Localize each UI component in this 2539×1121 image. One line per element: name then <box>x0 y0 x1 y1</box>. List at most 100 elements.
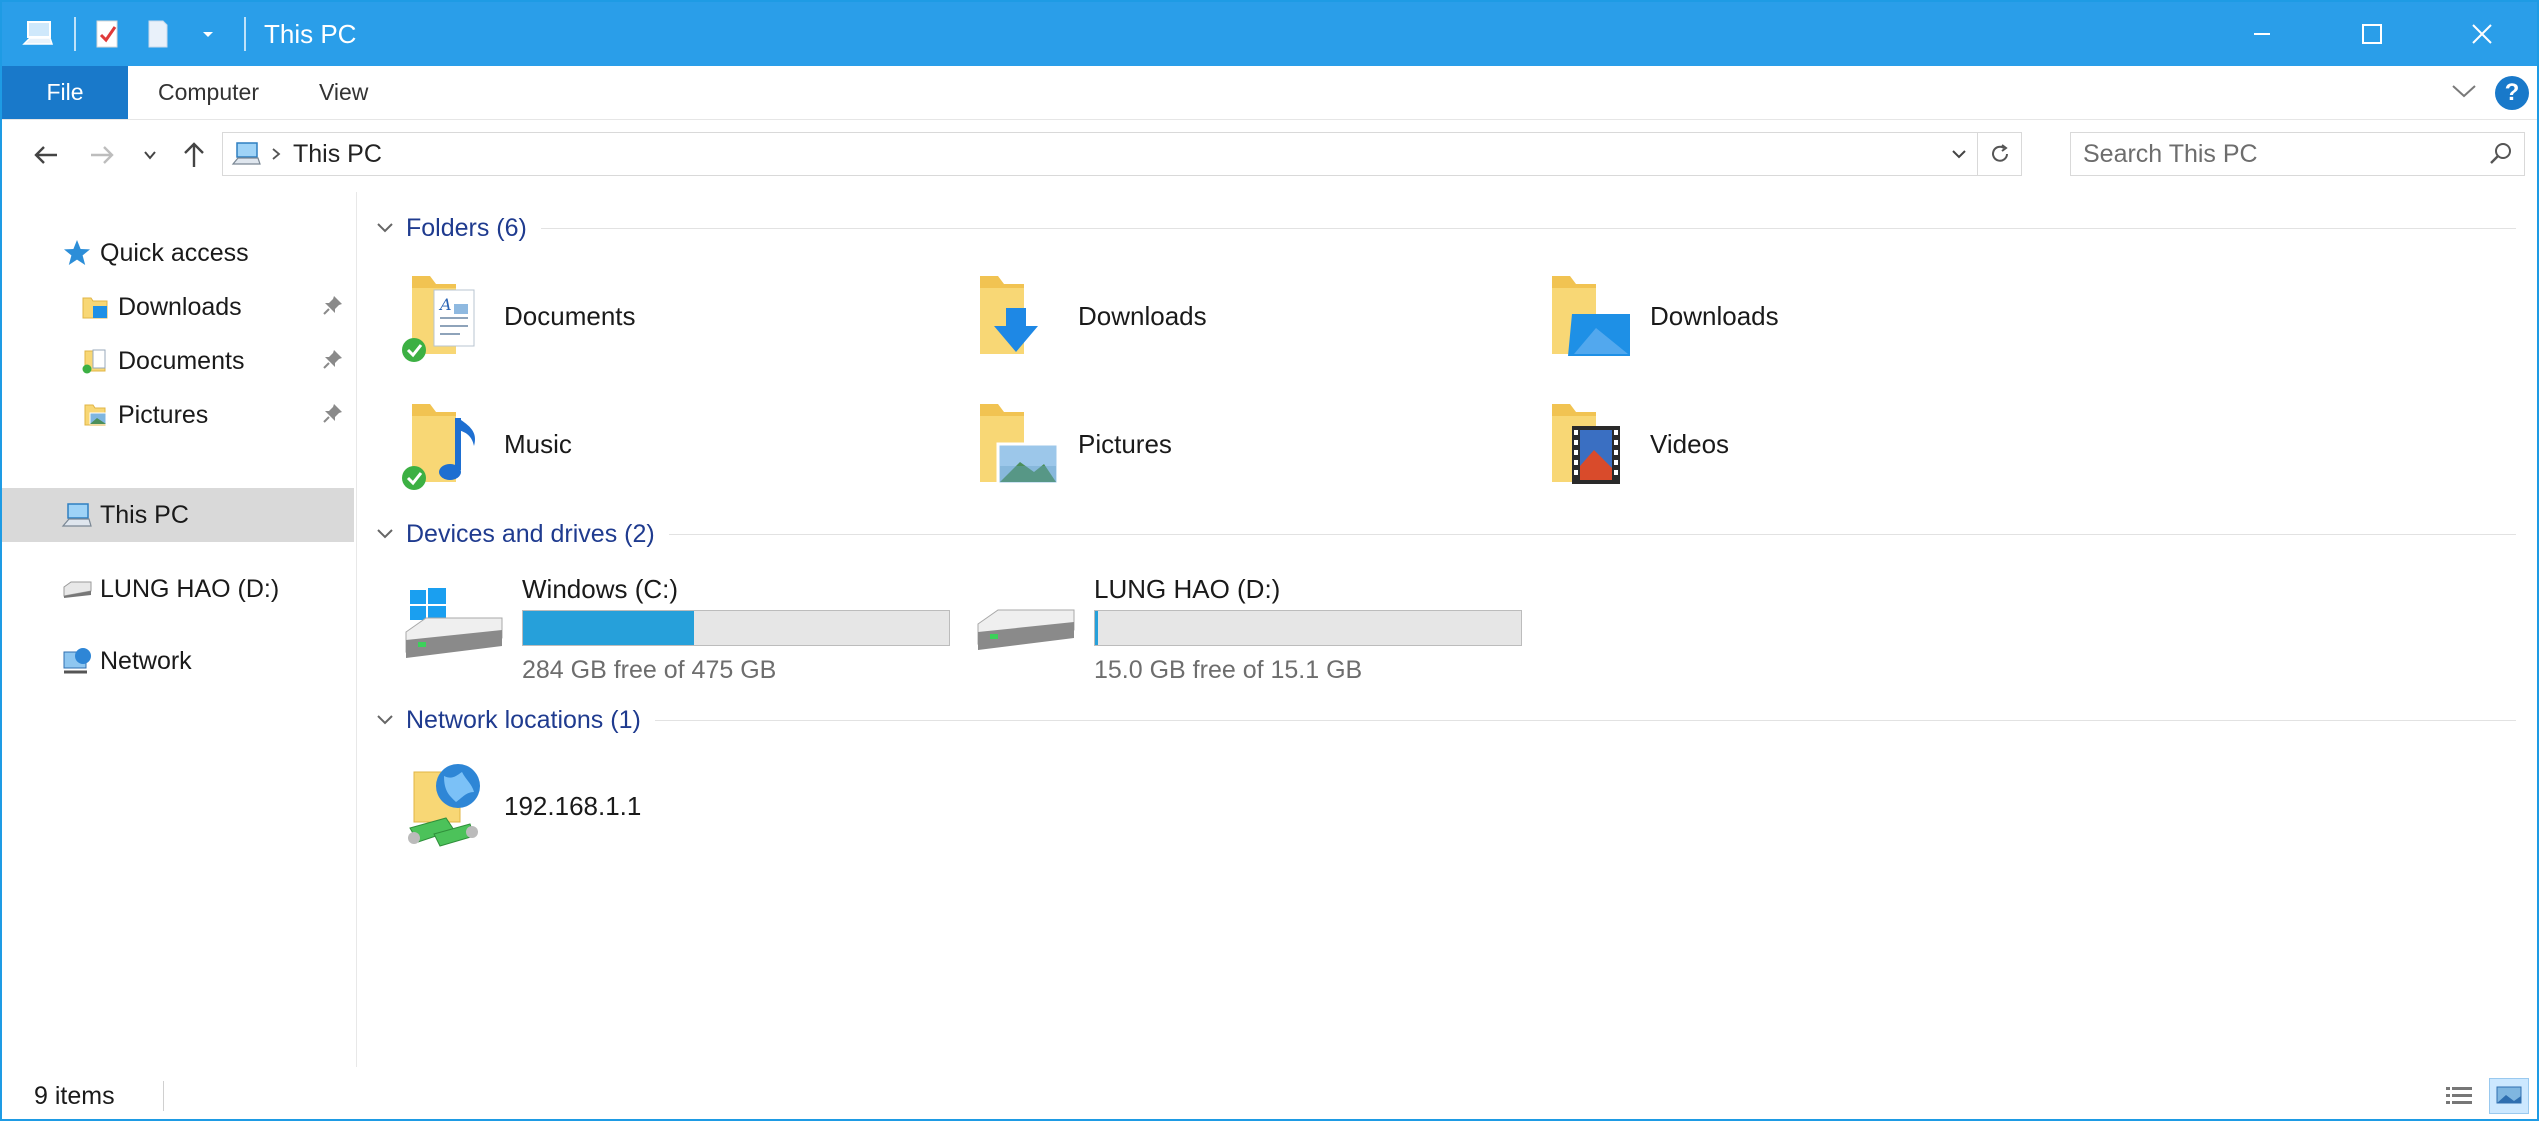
pin-icon[interactable] <box>322 402 344 431</box>
folder-documents[interactable]: A Documents <box>400 268 636 364</box>
toolbar-divider <box>244 17 246 51</box>
usb-drive-icon <box>974 584 1084 664</box>
status-bar: 9 items <box>2 1072 2537 1120</box>
recent-locations-chevron-icon[interactable] <box>136 120 164 190</box>
refresh-button[interactable] <box>1977 133 2021 175</box>
window-title: This PC <box>264 18 357 49</box>
folder-downloads[interactable]: Downloads <box>974 268 1207 364</box>
forward-button[interactable] <box>82 120 122 190</box>
search-input[interactable] <box>2083 139 2473 169</box>
customize-toolbar-chevron-icon[interactable] <box>188 14 228 54</box>
music-folder-icon <box>400 396 490 492</box>
group-folders-title: Folders (6) <box>406 213 527 242</box>
network-location-192-168-1-1[interactable]: 192.168.1.1 <box>400 758 641 854</box>
pin-icon[interactable] <box>322 348 344 377</box>
nav-quick-pictures-label: Pictures <box>118 400 209 429</box>
network-location-label: 192.168.1.1 <box>504 790 642 821</box>
nav-quick-documents-label: Documents <box>118 346 245 375</box>
drive-usage-fill <box>1095 611 1098 645</box>
collapse-chevron-icon[interactable] <box>376 528 400 540</box>
collapse-chevron-icon[interactable] <box>376 222 400 234</box>
nav-quick-documents[interactable]: Documents <box>2 334 354 388</box>
desktop-folder-icon <box>1546 268 1636 364</box>
large-icons-view-button[interactable] <box>2489 1078 2529 1114</box>
address-bar[interactable]: This PC <box>222 132 2022 176</box>
search-icon[interactable] <box>2488 141 2514 172</box>
nav-network[interactable]: Network <box>2 634 354 688</box>
tab-computer[interactable]: Computer <box>128 66 289 119</box>
documents-folder-icon <box>78 344 112 378</box>
details-view-button[interactable] <box>2439 1078 2479 1114</box>
svg-text:A: A <box>438 295 452 314</box>
nav-quick-downloads-label: Downloads <box>118 292 242 321</box>
nav-quick-pictures[interactable]: Pictures <box>2 388 354 442</box>
group-folders-header[interactable]: Folders (6) <box>376 208 2516 248</box>
drive-usage-bar <box>1094 610 1522 646</box>
maximize-button[interactable] <box>2317 2 2427 66</box>
group-network-header[interactable]: Network locations (1) <box>376 700 2516 740</box>
collapse-chevron-icon[interactable] <box>376 714 400 726</box>
videos-folder-icon <box>1546 396 1636 492</box>
folder-label: Music <box>504 428 572 459</box>
back-button[interactable] <box>26 120 66 190</box>
window-controls <box>2207 2 2537 66</box>
drive-free-space: 284 GB free of 475 GB <box>522 656 777 684</box>
ribbon-tabs: File Computer View ? <box>2 66 2537 120</box>
group-divider <box>654 719 2516 721</box>
view-switcher <box>2439 1078 2529 1114</box>
downloads-folder-icon <box>974 268 1064 364</box>
expand-ribbon-chevron-icon[interactable] <box>2451 83 2477 104</box>
pictures-folder-icon <box>78 398 112 432</box>
star-icon <box>60 236 94 270</box>
drive-name: LUNG HAO (D:) <box>1094 574 1281 604</box>
ribbon-right: ? <box>2451 66 2529 120</box>
toolbar-divider <box>74 17 76 51</box>
nav-network-label: Network <box>100 646 192 675</box>
downloads-folder-icon <box>78 290 112 324</box>
search-box[interactable] <box>2070 132 2525 176</box>
drive-d[interactable]: LUNG HAO (D:) 15.0 GB free of 15.1 GB <box>974 574 1534 684</box>
content-area: Folders (6) A Documents Downloads Downlo… <box>360 192 2530 1067</box>
minimize-button[interactable] <box>2207 2 2317 66</box>
navigation-pane: Quick access Downloads Documents Picture… <box>2 192 357 1067</box>
this-pc-icon <box>60 498 94 532</box>
breadcrumb-this-pc[interactable]: This PC <box>293 140 382 169</box>
up-button[interactable] <box>174 120 214 190</box>
tab-file[interactable]: File <box>2 66 128 119</box>
pictures-folder-icon <box>974 396 1064 492</box>
usb-drive-icon <box>60 572 94 606</box>
folder-label: Downloads <box>1078 300 1207 331</box>
group-devices-header[interactable]: Devices and drives (2) <box>376 514 2516 554</box>
properties-icon[interactable] <box>88 14 128 54</box>
nav-quick-access[interactable]: Quick access <box>2 226 354 280</box>
title-bar: This PC <box>2 2 2537 66</box>
address-history-chevron-icon[interactable] <box>1941 133 1977 175</box>
tab-view[interactable]: View <box>289 66 398 119</box>
nav-quick-access-label: Quick access <box>100 238 249 267</box>
drive-c[interactable]: Windows (C:) 284 GB free of 475 GB <box>402 574 962 684</box>
folder-label: Pictures <box>1078 428 1172 459</box>
this-pc-icon <box>231 141 261 167</box>
nav-quick-downloads[interactable]: Downloads <box>2 280 354 334</box>
folder-desktop[interactable]: Downloads <box>1546 268 1779 364</box>
this-pc-icon[interactable] <box>18 14 58 54</box>
nav-drive-d-label: LUNG HAO (D:) <box>100 574 280 603</box>
folder-label: Documents <box>504 300 636 331</box>
new-folder-icon[interactable] <box>138 14 178 54</box>
folder-label: Videos <box>1650 428 1730 459</box>
pin-icon[interactable] <box>322 294 344 323</box>
folder-label: Downloads <box>1650 300 1779 331</box>
drive-name: Windows (C:) <box>522 574 679 604</box>
nav-this-pc[interactable]: This PC <box>2 488 354 542</box>
group-divider <box>668 533 2516 535</box>
nav-this-pc-label: This PC <box>100 500 189 529</box>
nav-drive-d[interactable]: LUNG HAO (D:) <box>2 562 354 616</box>
close-button[interactable] <box>2427 2 2537 66</box>
navigation-row: This PC <box>2 120 2537 190</box>
folder-pictures[interactable]: Pictures <box>974 396 1172 492</box>
group-network-title: Network locations (1) <box>406 705 641 734</box>
breadcrumb-separator-icon[interactable] <box>271 147 281 161</box>
folder-music[interactable]: Music <box>400 396 572 492</box>
folder-videos[interactable]: Videos <box>1546 396 1729 492</box>
help-button[interactable]: ? <box>2495 76 2529 110</box>
